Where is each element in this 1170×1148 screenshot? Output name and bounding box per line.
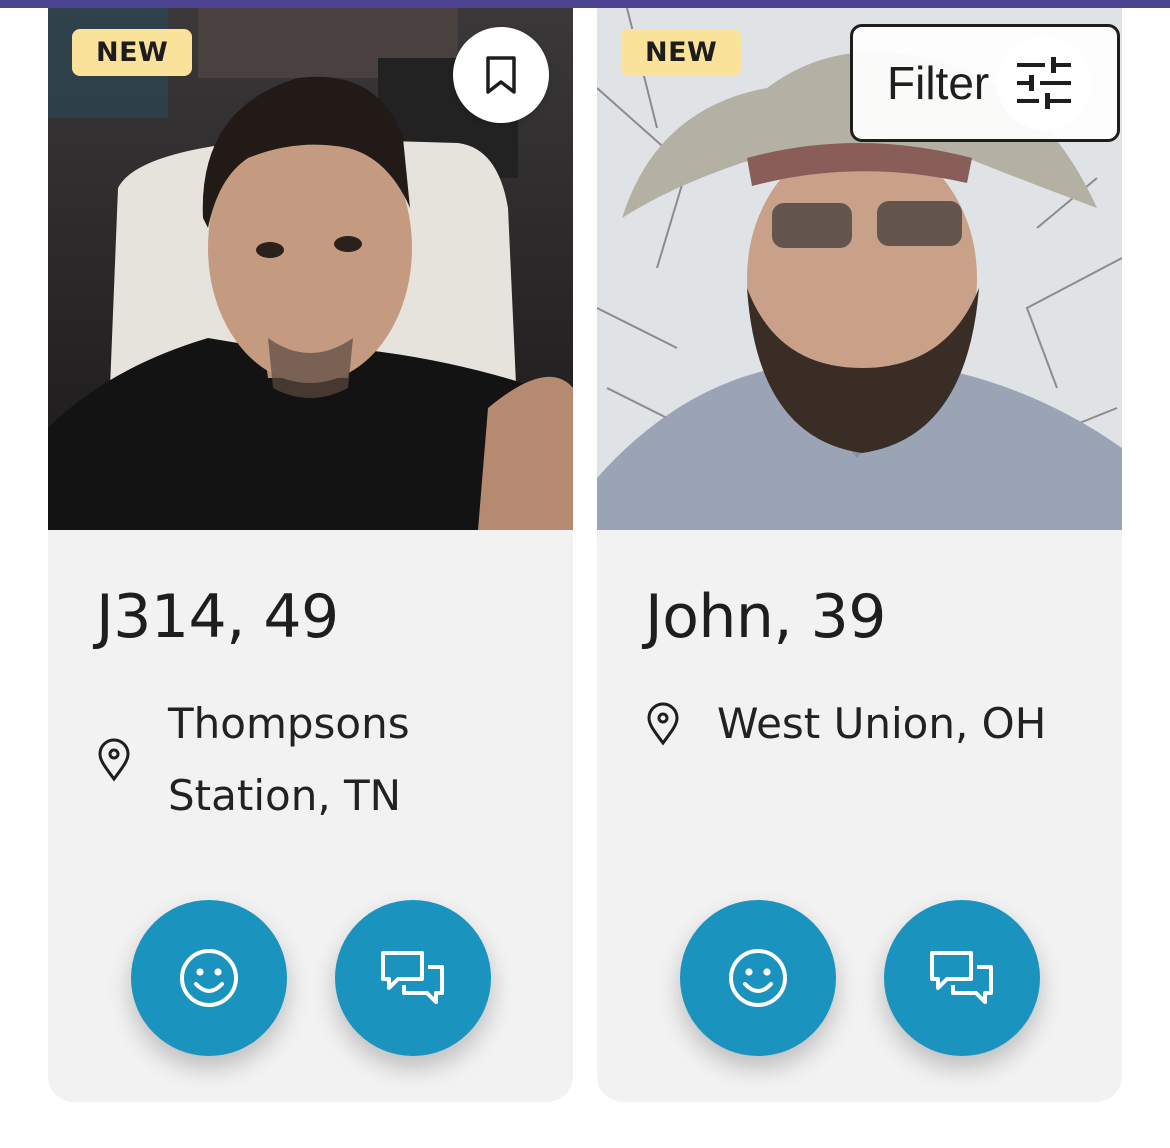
chat-button[interactable] [335, 900, 491, 1056]
new-badge: NEW [72, 29, 193, 76]
filter-label: Filter [887, 57, 990, 109]
smile-icon [180, 949, 238, 1007]
smile-icon [729, 949, 787, 1007]
location-text: West Union, OH [717, 699, 1047, 748]
chat-button[interactable] [884, 900, 1040, 1056]
location-pin-icon [96, 738, 144, 782]
new-badge: NEW [621, 29, 742, 76]
profile-name-age: John, 39 [645, 582, 886, 652]
profile-location: West Union, OH [645, 688, 1085, 760]
location-pin-icon [645, 702, 693, 746]
bookmark-icon [486, 56, 516, 94]
profile-card[interactable]: NEW J314, 49 Thompsons Station, TN [48, 8, 573, 1102]
top-bar [0, 0, 1170, 8]
location-text: Thompsons Station, TN [168, 699, 410, 820]
bookmark-button[interactable] [453, 27, 549, 123]
profile-photo[interactable]: NEW [48, 8, 573, 530]
profile-info: John, 39 West Union, OH [597, 530, 1122, 1102]
profile-info: J314, 49 Thompsons Station, TN [48, 530, 573, 1102]
chat-icon [930, 951, 993, 1004]
profile-location: Thompsons Station, TN [96, 688, 536, 832]
profile-name-age: J314, 49 [96, 582, 339, 652]
smile-button[interactable] [680, 900, 836, 1056]
profile-card[interactable]: NEW John, 39 West Union, OH [597, 8, 1122, 1102]
smile-button[interactable] [131, 900, 287, 1056]
chat-icon [381, 951, 444, 1004]
sliders-icon [997, 36, 1092, 130]
filter-button[interactable]: Filter [850, 24, 1120, 142]
